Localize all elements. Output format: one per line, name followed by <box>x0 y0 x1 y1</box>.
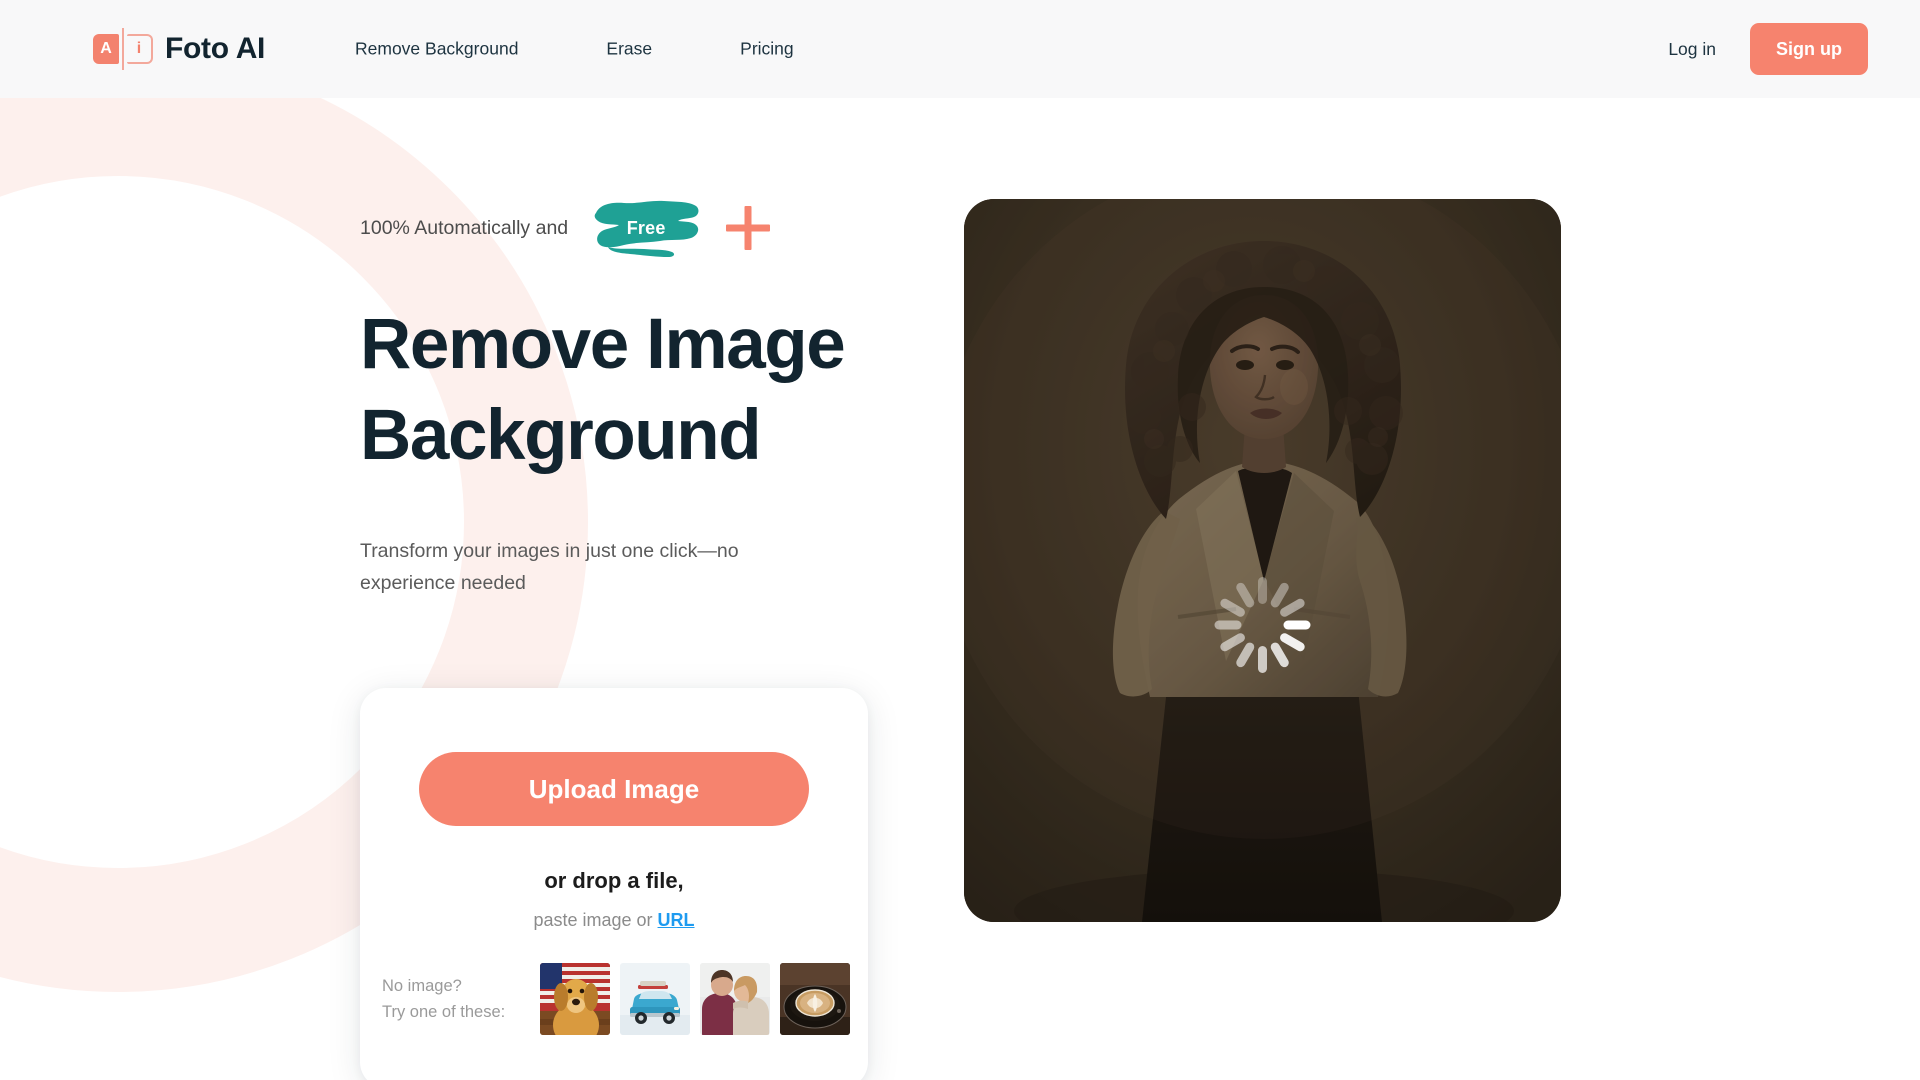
preview-image-frame <box>964 199 1561 922</box>
foto-ai-logo-icon: A i <box>93 28 153 70</box>
url-link[interactable]: URL <box>658 910 695 930</box>
hero-subtitle: Transform your images in just one click—… <box>360 540 739 594</box>
header-actions: Log in Sign up <box>1668 23 1868 75</box>
sample-thumb-couple-embracing-in-winter[interactable] <box>700 963 770 1035</box>
signup-button[interactable]: Sign up <box>1750 23 1868 75</box>
landing-page: A i Foto AI Remove Background Erase Pric… <box>0 0 1920 1080</box>
sample-images-label: No image? Try one of these: <box>382 973 540 1025</box>
nav-item-pricing[interactable]: Pricing <box>740 39 794 60</box>
loading-spinner <box>1214 577 1311 673</box>
logo-letter-i: i <box>127 34 153 64</box>
headline-line-1: Remove Image <box>360 305 846 384</box>
site-header: A i Foto AI Remove Background Erase Pric… <box>0 0 1920 98</box>
sample-thumb-cappuccino-cup-on-saucer[interactable] <box>780 963 850 1035</box>
hero-text-column: 100% Automatically and Free Remove Image… <box>360 195 920 599</box>
logo-letter-a: A <box>93 34 119 64</box>
paste-or-url-row: paste image or URL <box>533 910 694 931</box>
brand-logo[interactable]: A i Foto AI <box>93 28 266 70</box>
free-badge: Free <box>590 197 702 259</box>
upload-image-button[interactable]: Upload Image <box>419 752 809 826</box>
eyebrow-text: 100% Automatically and <box>360 216 569 239</box>
paste-image-label: paste image or <box>533 910 658 930</box>
hero-eyebrow: 100% Automatically and Free <box>360 195 920 261</box>
nav-item-remove-background[interactable]: Remove Background <box>355 39 518 60</box>
main-navigation: Remove Background Erase Pricing <box>355 39 794 60</box>
free-badge-label: Free <box>626 217 666 238</box>
headline-line-2: Background <box>360 396 762 475</box>
logo-divider <box>122 28 124 70</box>
upload-card[interactable]: Upload Image or drop a file, paste image… <box>360 688 868 1080</box>
sample-thumb-blue-vintage-car-in-snow[interactable] <box>620 963 690 1035</box>
sample-label-line-1: No image? <box>382 977 462 995</box>
login-link[interactable]: Log in <box>1668 39 1716 60</box>
sample-images-row: No image? Try one of these: <box>360 963 868 1035</box>
preview-photo <box>964 199 1561 922</box>
sample-thumb-golden-retriever-with-flag[interactable] <box>540 963 610 1035</box>
sample-thumbnails <box>540 963 850 1035</box>
plus-icon <box>726 206 770 250</box>
brand-name: Foto AI <box>165 32 266 65</box>
page-title: Remove Image Background <box>360 299 920 481</box>
drop-file-title: or drop a file, <box>544 868 684 893</box>
sample-label-line-2: Try one of these: <box>382 1003 506 1021</box>
nav-item-erase[interactable]: Erase <box>606 39 652 60</box>
